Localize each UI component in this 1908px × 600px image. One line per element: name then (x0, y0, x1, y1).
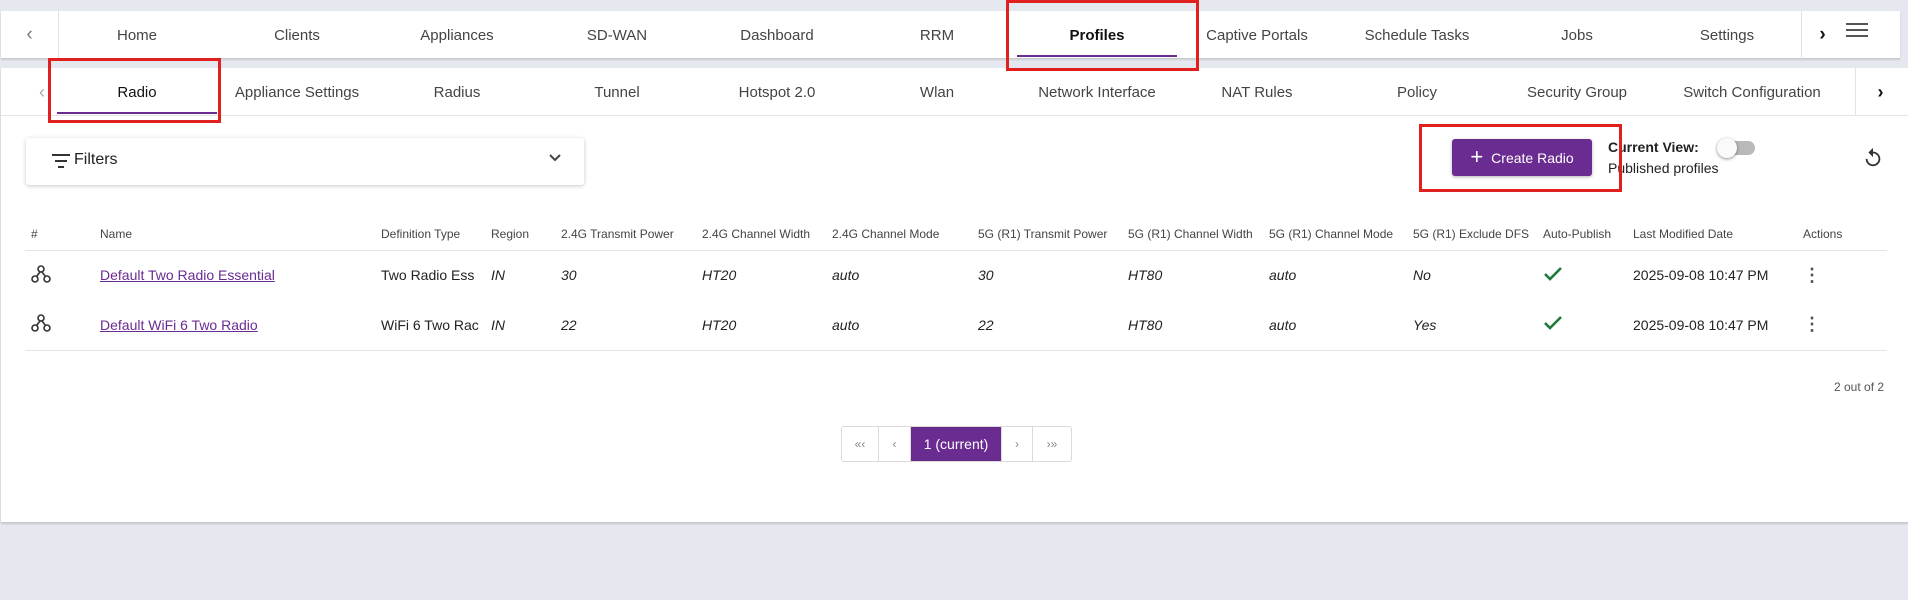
prev-page-button[interactable]: ‹ (879, 427, 911, 461)
tab-home[interactable]: Home (57, 11, 217, 59)
checkmark-icon (1537, 250, 1627, 300)
channel-width-24-cell: HT20 (696, 300, 826, 351)
table-row: Default Two Radio Essential Two Radio Es… (25, 250, 1887, 300)
tab-schedule-tasks[interactable]: Schedule Tasks (1337, 11, 1497, 59)
filters-label: Filters (74, 151, 118, 168)
plus-icon: + (1470, 143, 1484, 169)
exclude-dfs-cell: Yes (1407, 300, 1537, 351)
kebab-menu-icon[interactable]: ⋮ (1803, 314, 1821, 334)
column-header[interactable]: Definition Type (375, 218, 485, 251)
table-row: Default WiFi 6 Two Radio WiFi 6 Two Rac … (25, 300, 1887, 351)
tab-tunnel[interactable]: Tunnel (537, 68, 697, 116)
chevron-down-icon[interactable] (548, 150, 562, 168)
current-page-button[interactable]: 1 (current) (911, 427, 1002, 461)
tab-clients[interactable]: Clients (217, 11, 377, 59)
column-header[interactable]: 2.4G Channel Width (696, 218, 826, 251)
last-modified-cell: 2025-09-08 10:47 PM (1627, 300, 1797, 351)
tab-rrm[interactable]: RRM (857, 11, 1017, 59)
tab-wlan[interactable]: Wlan (857, 68, 1017, 116)
table-header-row: # Name Definition Type Region 2.4G Trans… (25, 218, 1887, 251)
tab-sd-wan[interactable]: SD-WAN (537, 11, 697, 59)
channel-mode-5-cell: auto (1269, 267, 1297, 284)
sub-nav-scroll-right[interactable]: › (1855, 68, 1905, 116)
exclude-dfs-cell: No (1413, 267, 1431, 284)
column-header[interactable]: Name (94, 218, 375, 251)
column-header[interactable]: 2.4G Channel Mode (826, 218, 972, 251)
column-header: Actions (1797, 218, 1887, 251)
profiles-panel: ‹ Radio Appliance Settings Radius Tunnel… (1, 68, 1908, 523)
column-header[interactable]: 5G (R1) Exclude DFS (1407, 218, 1537, 251)
create-radio-label: Create Radio (1491, 149, 1574, 166)
last-modified-cell: 2025-09-08 10:47 PM (1633, 267, 1769, 284)
hamburger-icon[interactable] (1846, 23, 1868, 39)
channel-width-5-cell: HT80 (1122, 300, 1263, 351)
current-view-toggle[interactable] (1717, 138, 1755, 158)
column-header[interactable]: Auto-Publish (1537, 218, 1627, 251)
tab-dashboard[interactable]: Dashboard (697, 11, 857, 59)
tab-radio[interactable]: Radio (57, 68, 217, 116)
create-radio-button[interactable]: + Create Radio (1452, 139, 1592, 176)
tx-power-5-cell: 30 (978, 267, 994, 284)
next-page-button[interactable]: › (1002, 427, 1033, 461)
channel-mode-24-cell: auto (826, 300, 972, 351)
top-nav-scroll-right[interactable]: › (1801, 11, 1843, 59)
refresh-icon[interactable] (1862, 147, 1884, 175)
last-page-button[interactable]: ›» (1033, 427, 1071, 461)
current-view-label: Current View: (1608, 139, 1699, 155)
channel-width-24-cell: HT20 (702, 267, 737, 284)
channel-width-5-cell: HT80 (1128, 267, 1163, 284)
kebab-menu-icon[interactable]: ⋮ (1803, 265, 1821, 285)
channel-mode-5-cell: auto (1263, 300, 1407, 351)
definition-type-cell: WiFi 6 Two Rac (375, 300, 485, 351)
radio-profiles-table: # Name Definition Type Region 2.4G Trans… (25, 218, 1887, 351)
filters-panel[interactable]: Filters (26, 138, 584, 185)
tx-power-24-cell: 30 (561, 267, 577, 284)
toggle-knob (1717, 138, 1737, 158)
tab-nat-rules[interactable]: NAT Rules (1177, 68, 1337, 116)
top-nav-scroll-left[interactable]: ‹ (1, 11, 59, 59)
column-header[interactable]: 5G (R1) Channel Mode (1263, 218, 1407, 251)
definition-type-cell: Two Radio Ess (381, 267, 475, 284)
tab-network-interface[interactable]: Network Interface (1017, 68, 1177, 116)
profile-name-link[interactable]: Default Two Radio Essential (100, 267, 275, 283)
column-header[interactable]: Region (485, 218, 555, 251)
region-cell: IN (491, 267, 505, 284)
column-header[interactable]: Last Modified Date (1627, 218, 1797, 251)
tab-policy[interactable]: Policy (1337, 68, 1497, 116)
hierarchy-node-icon (25, 250, 94, 300)
tab-appliance-settings[interactable]: Appliance Settings (217, 68, 377, 116)
tab-security-group[interactable]: Security Group (1497, 68, 1657, 116)
column-header[interactable]: 2.4G Transmit Power (555, 218, 696, 251)
channel-mode-24-cell: auto (832, 267, 860, 284)
record-count: 2 out of 2 (1834, 380, 1885, 394)
tab-jobs[interactable]: Jobs (1497, 11, 1657, 59)
tab-profiles[interactable]: Profiles (1017, 11, 1177, 59)
column-header[interactable]: 5G (R1) Transmit Power (972, 218, 1122, 251)
first-page-button[interactable]: «‹ (842, 427, 879, 461)
region-cell: IN (485, 300, 555, 351)
column-header[interactable]: 5G (R1) Channel Width (1122, 218, 1263, 251)
top-navigation: ‹ Home Clients Appliances SD-WAN Dashboa… (1, 11, 1900, 59)
tx-power-24-cell: 22 (555, 300, 696, 351)
tab-captive-portals[interactable]: Captive Portals (1177, 11, 1337, 59)
tab-radius[interactable]: Radius (377, 68, 537, 116)
checkmark-icon (1537, 300, 1627, 351)
tab-hotspot[interactable]: Hotspot 2.0 (697, 68, 857, 116)
filter-lines-icon (52, 154, 70, 168)
tab-settings[interactable]: Settings (1657, 11, 1797, 59)
column-header: # (25, 218, 94, 251)
sub-nav-scroll-left[interactable]: ‹ (27, 68, 57, 116)
hierarchy-node-icon (25, 300, 94, 351)
pagination: «‹ ‹ 1 (current) › ›» (841, 426, 1072, 462)
tab-switch-configuration[interactable]: Switch Configuration (1657, 68, 1847, 116)
tab-appliances[interactable]: Appliances (377, 11, 537, 59)
current-view-value: Published profiles (1608, 160, 1719, 176)
profile-name-link[interactable]: Default WiFi 6 Two Radio (100, 317, 258, 333)
tx-power-5-cell: 22 (972, 300, 1122, 351)
profile-type-tabs: ‹ Radio Appliance Settings Radius Tunnel… (1, 68, 1908, 116)
